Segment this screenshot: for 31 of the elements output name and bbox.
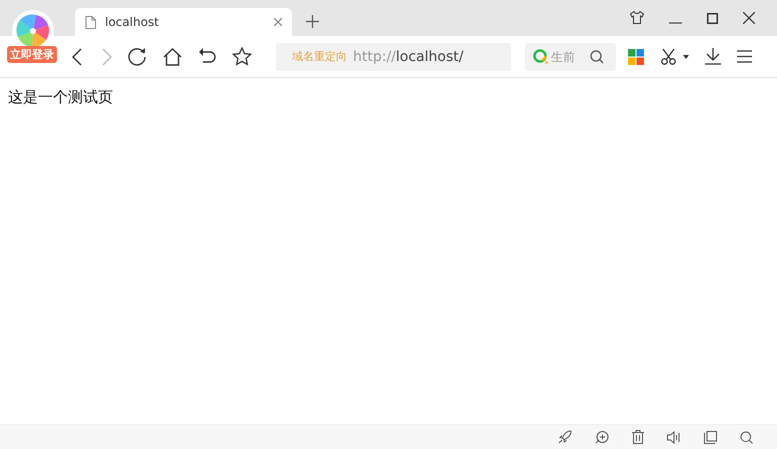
trash-icon[interactable] — [632, 430, 644, 444]
browser-tab[interactable]: localhost — [75, 8, 292, 36]
scissors-icon[interactable] — [660, 48, 677, 65]
search-icon[interactable] — [590, 50, 604, 64]
page-icon — [85, 16, 96, 28]
url-text: http://localhost/ — [353, 48, 464, 64]
shirt-icon[interactable] — [630, 11, 644, 24]
close-tab-icon[interactable] — [274, 18, 282, 26]
download-icon[interactable] — [705, 48, 721, 65]
menu-icon[interactable] — [737, 50, 752, 63]
back-icon[interactable] — [72, 48, 82, 66]
search-field[interactable]: 生前 — [551, 50, 587, 64]
reload-icon[interactable] — [128, 47, 147, 66]
dropdown-caret-icon[interactable] — [683, 54, 689, 58]
apps-grid-icon[interactable] — [628, 48, 644, 64]
maximize-icon[interactable] — [707, 13, 718, 24]
rocket-icon[interactable] — [558, 430, 572, 444]
star-icon[interactable] — [232, 47, 252, 66]
redirect-label: 域名重定向 — [292, 49, 347, 64]
undo-icon[interactable] — [198, 48, 216, 65]
home-icon[interactable] — [163, 48, 182, 66]
speaker-icon[interactable] — [667, 430, 681, 444]
tab-title: localhost — [105, 15, 160, 29]
page-text: 这是一个测试页 — [8, 88, 114, 107]
new-tab-icon[interactable] — [306, 15, 319, 28]
address-bar[interactable]: 域名重定向 http://localhost/ — [276, 42, 511, 70]
minimize-icon[interactable] — [669, 22, 682, 24]
close-icon[interactable] — [743, 12, 755, 24]
window-icon[interactable] — [704, 430, 717, 444]
search-icon[interactable] — [740, 430, 753, 444]
search-engine-icon — [533, 49, 548, 64]
